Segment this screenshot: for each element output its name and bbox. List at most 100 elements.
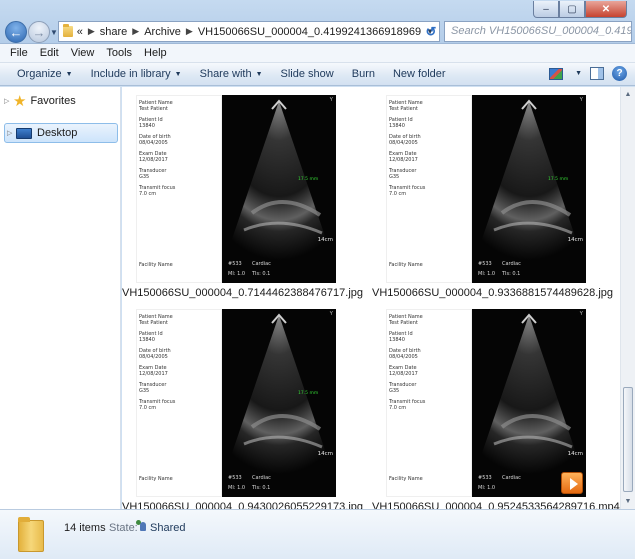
share-with-button[interactable]: Share with ▼ (191, 68, 272, 80)
file-item[interactable]: Patient Name Test Patient Patient Id 13840 D… (122, 91, 363, 299)
ultrasound-image: Y 17.5 mm 14cm #533 Cardiac MI: 1.0 TIs:… (222, 309, 336, 497)
scroll-down-icon[interactable]: ▼ (621, 494, 635, 509)
orientation-marker: Y (579, 311, 583, 317)
file-item[interactable]: Patient Name Test Patient Patient Id 13840 D… (122, 305, 363, 509)
tis-label: TIs: 0.1 (252, 485, 271, 491)
scroll-up-icon[interactable]: ▲ (621, 87, 635, 102)
frame-label: #533 (478, 261, 492, 267)
menu-file[interactable]: File (4, 47, 34, 59)
arrow-right-icon: → (32, 24, 46, 40)
share-with-label: Share with (199, 68, 252, 80)
file-name[interactable]: VH150066SU_000004_0.7144462388476717.jpg (122, 287, 363, 299)
orientation-marker: Y (329, 97, 333, 103)
file-item[interactable]: Patient Name Test Patient Patient Id 13840 D… (372, 305, 620, 509)
ultrasound-sector (230, 99, 328, 260)
change-view-icon[interactable] (549, 67, 564, 80)
window-controls: – ▢ ✕ (533, 1, 627, 18)
minimize-button[interactable]: – (533, 1, 559, 18)
expand-icon[interactable]: ▷ (4, 97, 10, 105)
organize-button[interactable]: Organize ▼ (8, 68, 82, 80)
back-button[interactable]: ← (5, 21, 27, 43)
mode-label: Cardiac (502, 475, 521, 481)
measurement-label: 17.5 mm (298, 391, 319, 396)
file-list: Patient Name Test Patient Patient Id 13840 D… (122, 87, 620, 509)
ultrasound-image: Y 17.5 mm 14cm #533 Cardiac MI: 1.0 TIs:… (472, 95, 586, 283)
maximize-button[interactable]: ▢ (559, 1, 585, 18)
breadcrumb-overflow[interactable]: « (77, 26, 83, 38)
vertical-scrollbar[interactable]: ▲ ▼ (620, 87, 635, 509)
menu-view[interactable]: View (65, 47, 101, 59)
breadcrumb-separator-icon[interactable]: ▶ (132, 26, 139, 37)
state-label: State: (109, 522, 138, 534)
ultrasound-image: Y 17.5 mm 14cm #533 Cardiac MI: 1.0 TIs:… (222, 95, 336, 283)
ultrasound-sector (230, 313, 328, 474)
mi-label: MI: 1.0 (478, 485, 496, 491)
file-name[interactable]: VH150066SU_000004_0.9336881574489628.jpg (372, 287, 613, 299)
frame-label: #533 (228, 261, 242, 267)
nav-item-favorites[interactable]: ▷ ★ Favorites (4, 91, 76, 111)
refresh-icon: ↺ (425, 23, 437, 39)
menu-edit[interactable]: Edit (34, 47, 65, 59)
new-folder-button[interactable]: New folder (384, 68, 455, 80)
chevron-down-icon: ▼ (65, 71, 73, 78)
facility-label: Facility Name (389, 262, 423, 268)
facility-label: Facility Name (139, 476, 173, 482)
ultrasound-sector (480, 99, 578, 260)
nav-item-desktop[interactable]: ▷ Desktop (4, 123, 118, 143)
breadcrumb-separator-icon[interactable]: ▶ (88, 26, 95, 37)
mi-label: MI: 1.0 (228, 485, 246, 491)
menu-tools[interactable]: Tools (100, 47, 138, 59)
help-icon[interactable]: ? (612, 66, 627, 81)
file-name[interactable]: VH150066SU_000004_0.9524533564289716.mp4 (372, 501, 620, 509)
patient-info-panel: Patient Name Test Patient Patient Id 13840 D… (136, 309, 222, 497)
patient-info-panel: Patient Name Test Patient Patient Id 13840 D… (386, 95, 472, 283)
expand-icon[interactable]: ▷ (7, 129, 13, 137)
include-in-library-button[interactable]: Include in library ▼ (82, 68, 191, 80)
close-button[interactable]: ✕ (585, 1, 627, 18)
include-in-library-label: Include in library (90, 68, 171, 80)
chevron-down-icon: ▼ (255, 71, 263, 78)
state-value: Shared (150, 522, 186, 534)
refresh-button[interactable]: ↺ (421, 22, 441, 41)
address-bar[interactable]: « ▶ share ▶ Archive ▶ VH150066SU_000004_… (58, 21, 440, 42)
preview-pane-icon[interactable] (590, 67, 604, 80)
breadcrumb-current-folder[interactable]: VH150066SU_000004_0.4199241366918969 (198, 26, 421, 38)
breadcrumb-separator-icon[interactable]: ▶ (186, 26, 193, 37)
mi-label: MI: 1.0 (478, 271, 496, 277)
file-item[interactable]: Patient Name Test Patient Patient Id 13840 D… (372, 91, 613, 299)
orientation-marker: Y (329, 311, 333, 317)
depth-label: 14cm (567, 237, 583, 243)
file-thumbnail[interactable]: Patient Name Test Patient Patient Id 13840 D… (136, 309, 336, 497)
forward-button[interactable]: → (28, 21, 50, 43)
file-thumbnail[interactable]: Patient Name Test Patient Patient Id 13840 D… (386, 309, 586, 497)
chevron-down-icon[interactable]: ▼ (575, 70, 582, 77)
file-thumbnail[interactable]: Patient Name Test Patient Patient Id 13840 D… (136, 95, 336, 283)
measurement-label: 17.5 mm (298, 177, 319, 182)
star-icon: ★ (13, 92, 27, 110)
burn-button[interactable]: Burn (343, 68, 384, 80)
depth-label: 14cm (317, 451, 333, 457)
breadcrumb-archive[interactable]: Archive (144, 26, 181, 38)
measurement-label: 17.5 mm (548, 177, 569, 182)
facility-label: Facility Name (389, 476, 423, 482)
recent-pages-dropdown[interactable]: ▼ (50, 28, 58, 37)
view-controls: ▼ ? (549, 66, 627, 81)
file-thumbnail[interactable]: Patient Name Test Patient Patient Id 13840 D… (386, 95, 586, 283)
folder-icon (18, 517, 44, 552)
desktop-icon (16, 127, 32, 139)
chevron-down-icon: ▼ (174, 71, 182, 78)
search-input[interactable]: Search VH150066SU_000004_0.419924... (444, 21, 632, 42)
slide-show-button[interactable]: Slide show (272, 68, 343, 80)
menu-bar: File Edit View Tools Help (0, 44, 635, 63)
mode-label: Cardiac (502, 261, 521, 267)
scrollbar-thumb[interactable] (623, 387, 633, 492)
patient-info-panel: Patient Name Test Patient Patient Id 13840 D… (386, 309, 472, 497)
arrow-left-icon: ← (9, 24, 23, 40)
shared-users-icon (135, 520, 147, 532)
mi-label: MI: 1.0 (228, 271, 246, 277)
file-name[interactable]: VH150066SU_000004_0.9430026055229173.jpg (122, 501, 363, 509)
menu-help[interactable]: Help (138, 47, 173, 59)
breadcrumb-share[interactable]: share (100, 26, 128, 38)
facility-label: Facility Name (139, 262, 173, 268)
details-pane: 14 items State: Shared (0, 509, 635, 559)
